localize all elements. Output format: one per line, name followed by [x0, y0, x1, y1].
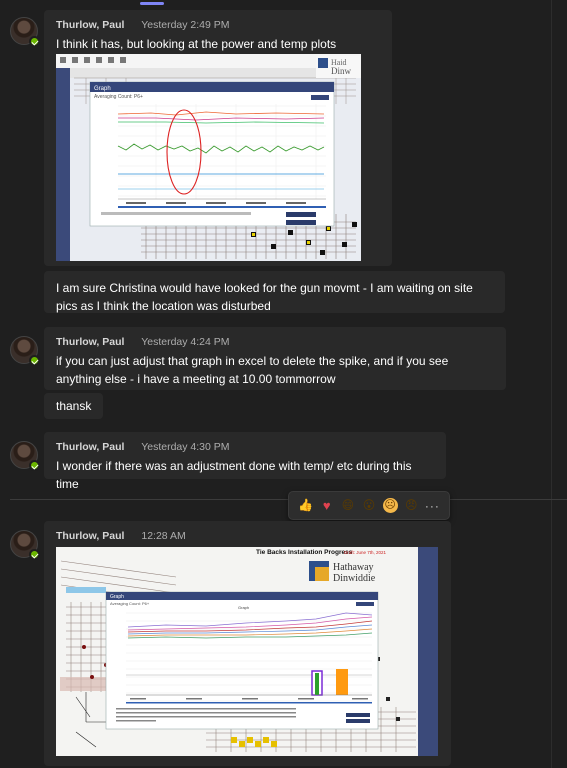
- message-timestamp: 12:28 AM: [141, 530, 186, 542]
- presence-available-icon: [29, 460, 40, 471]
- avatar[interactable]: [10, 336, 40, 366]
- message-author[interactable]: Thurlow, Paul: [56, 19, 124, 31]
- avatar[interactable]: [10, 441, 40, 471]
- message-author[interactable]: Thurlow, Paul: [56, 441, 124, 453]
- message-author[interactable]: Thurlow, Paul: [56, 530, 124, 542]
- message-author[interactable]: Thurlow, Paul: [56, 336, 124, 348]
- graph-subtitle: Averaging Count: P6+: [94, 94, 143, 100]
- reaction-bar: 👍 ♥ 😄 😮 ☹ 😠 ···: [288, 491, 450, 520]
- surprised-reaction-icon[interactable]: 😮: [361, 498, 376, 513]
- message-timestamp: Yesterday 4:24 PM: [141, 336, 230, 348]
- avatar[interactable]: [10, 530, 40, 560]
- message-bubble[interactable]: Thurlow, Paul Yesterday 4:24 PM if you c…: [44, 327, 506, 390]
- avatar[interactable]: [10, 17, 40, 47]
- message-header: Thurlow, Paul Yesterday 4:24 PM: [56, 335, 494, 349]
- message-text: I wonder if there was an adjustment done…: [56, 459, 412, 491]
- presence-available-icon: [29, 36, 40, 47]
- pane-border: [551, 0, 552, 768]
- message-text: I am sure Christina would have looked fo…: [56, 281, 473, 313]
- message-bubble[interactable]: Thurlow, Paul Yesterday 4:30 PM I wonder…: [44, 432, 446, 491]
- more-options-icon[interactable]: ···: [425, 499, 440, 513]
- message-timestamp: Yesterday 2:49 PM: [141, 19, 230, 31]
- message-bubble[interactable]: I am sure Christina would have looked fo…: [44, 271, 505, 313]
- logo-line1: Hathaway: [333, 562, 374, 573]
- active-tab-indicator: [140, 2, 164, 5]
- angry-reaction-icon[interactable]: 😠: [404, 498, 419, 513]
- like-reaction-icon[interactable]: 👍: [298, 498, 313, 513]
- presence-available-icon: [29, 549, 40, 560]
- document-date: Draft: June 7th, 2021: [344, 550, 387, 555]
- message-bubble[interactable]: thansk: [44, 393, 103, 419]
- document-title: Tie Backs Installation Progress: [256, 549, 353, 556]
- message-header: Thurlow, Paul Yesterday 2:49 PM: [56, 18, 380, 32]
- message-header: Thurlow, Paul Yesterday 4:30 PM: [56, 440, 434, 454]
- sad-reaction-icon[interactable]: ☹: [382, 498, 398, 513]
- message-text: if you can just adjust that graph in exc…: [56, 354, 449, 386]
- message-timestamp: Yesterday 4:30 PM: [141, 441, 230, 453]
- logo-text: Dinw: [331, 66, 352, 76]
- image-attachment[interactable]: Tie Backs Installation Progress Draft: J…: [56, 547, 438, 756]
- graph-inner-title: Graph: [238, 605, 249, 610]
- top-bar: [0, 0, 567, 768]
- message-bubble[interactable]: Thurlow, Paul Yesterday 2:49 PM I think …: [44, 10, 392, 266]
- graph-screenshot-image: Haid Dinw Graph Averaging Count: P6+: [56, 54, 361, 261]
- progress-plan-screenshot-image: Tie Backs Installation Progress Draft: J…: [56, 547, 438, 756]
- graph-subtitle: Averaging Count: P6+: [110, 601, 150, 606]
- image-attachment[interactable]: Haid Dinw Graph Averaging Count: P6+: [56, 54, 361, 261]
- graph-window-title: Graph: [94, 86, 111, 92]
- message-bubble[interactable]: Thurlow, Paul 12:28 AM Tie Backs Install…: [44, 521, 451, 766]
- graph-window-title: Graph: [110, 594, 124, 600]
- message-text: thansk: [56, 399, 92, 413]
- logo-line2: Dinwiddie: [333, 573, 376, 584]
- presence-available-icon: [29, 355, 40, 366]
- message-header: Thurlow, Paul 12:28 AM: [56, 529, 439, 543]
- heart-reaction-icon[interactable]: ♥: [319, 498, 334, 513]
- laugh-reaction-icon[interactable]: 😄: [340, 498, 355, 513]
